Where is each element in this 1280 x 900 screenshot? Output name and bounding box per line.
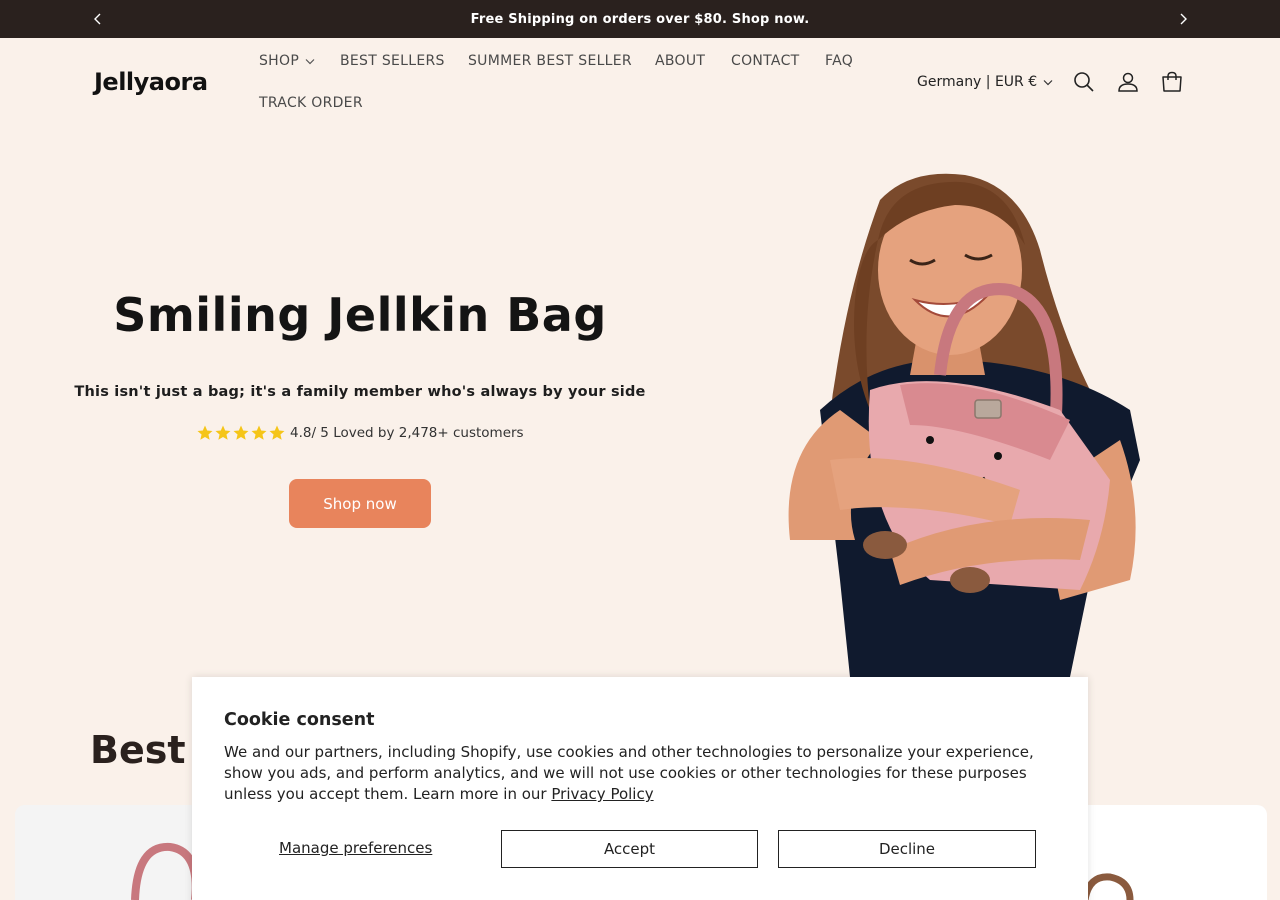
product-image [15,805,205,900]
privacy-policy-link[interactable]: Privacy Policy [551,785,653,803]
hero-image [788,173,1140,677]
nav-item-shop[interactable]: SHOP [259,53,315,69]
manage-preferences-link[interactable]: Manage preferences [279,839,432,857]
cookie-title: Cookie consent [224,710,375,730]
cookie-consent-dialog: Cookie consent We and our partners, incl… [192,677,1088,900]
announcement-text[interactable]: Free Shipping on orders over $80. Shop n… [471,12,810,27]
accept-button[interactable]: Accept [501,830,758,868]
nav-item-best-sellers[interactable]: BEST SELLERS [340,53,445,69]
nav-item-summer-best-seller[interactable]: SUMMER BEST SELLER [468,53,632,69]
logo[interactable]: Jellyaora [94,68,208,96]
star-icon [269,425,285,440]
chevron-left-icon[interactable] [88,9,108,29]
rating-row: 4.8/ 5 Loved by 2,478+ customers [196,424,524,442]
announcement-bar: Free Shipping on orders over $80. Shop n… [0,0,1280,38]
cart-icon[interactable] [1160,70,1184,94]
chevron-down-icon [305,53,315,69]
star-icon [215,425,231,440]
decline-button[interactable]: Decline [778,830,1036,868]
site-header: Jellyaora SHOP BEST SELLERS SUMMER BEST … [0,38,1280,130]
star-icon [197,425,213,440]
star-icon [233,425,249,440]
product-card[interactable] [1075,805,1267,900]
chevron-down-icon [1043,74,1053,90]
star-icon [251,425,267,440]
locale-selector[interactable]: Germany | EUR € [917,74,1053,90]
locale-label: Germany | EUR € [917,74,1038,90]
hero-subtitle: This isn't just a bag; it's a family mem… [74,384,646,400]
nav-item-about[interactable]: ABOUT [655,53,705,69]
chevron-right-icon[interactable] [1173,9,1193,29]
nav-item-label: SHOP [259,53,300,69]
cookie-body: We and our partners, including Shopify, … [224,742,1054,805]
hero-title: Smiling Jellkin Bag [113,288,607,342]
nav-item-contact[interactable]: CONTACT [731,53,800,69]
search-icon[interactable] [1072,70,1096,94]
product-card[interactable] [15,805,205,900]
rating-stars [196,424,286,442]
nav-item-faq[interactable]: FAQ [825,53,853,69]
nav-item-track-order[interactable]: TRACK ORDER [259,95,363,111]
account-icon[interactable] [1116,70,1140,94]
rating-text: 4.8/ 5 Loved by 2,478+ customers [290,425,524,441]
best-sellers-heading: Best [90,728,186,772]
shop-now-button[interactable]: Shop now [289,479,431,528]
product-image [1075,805,1267,900]
